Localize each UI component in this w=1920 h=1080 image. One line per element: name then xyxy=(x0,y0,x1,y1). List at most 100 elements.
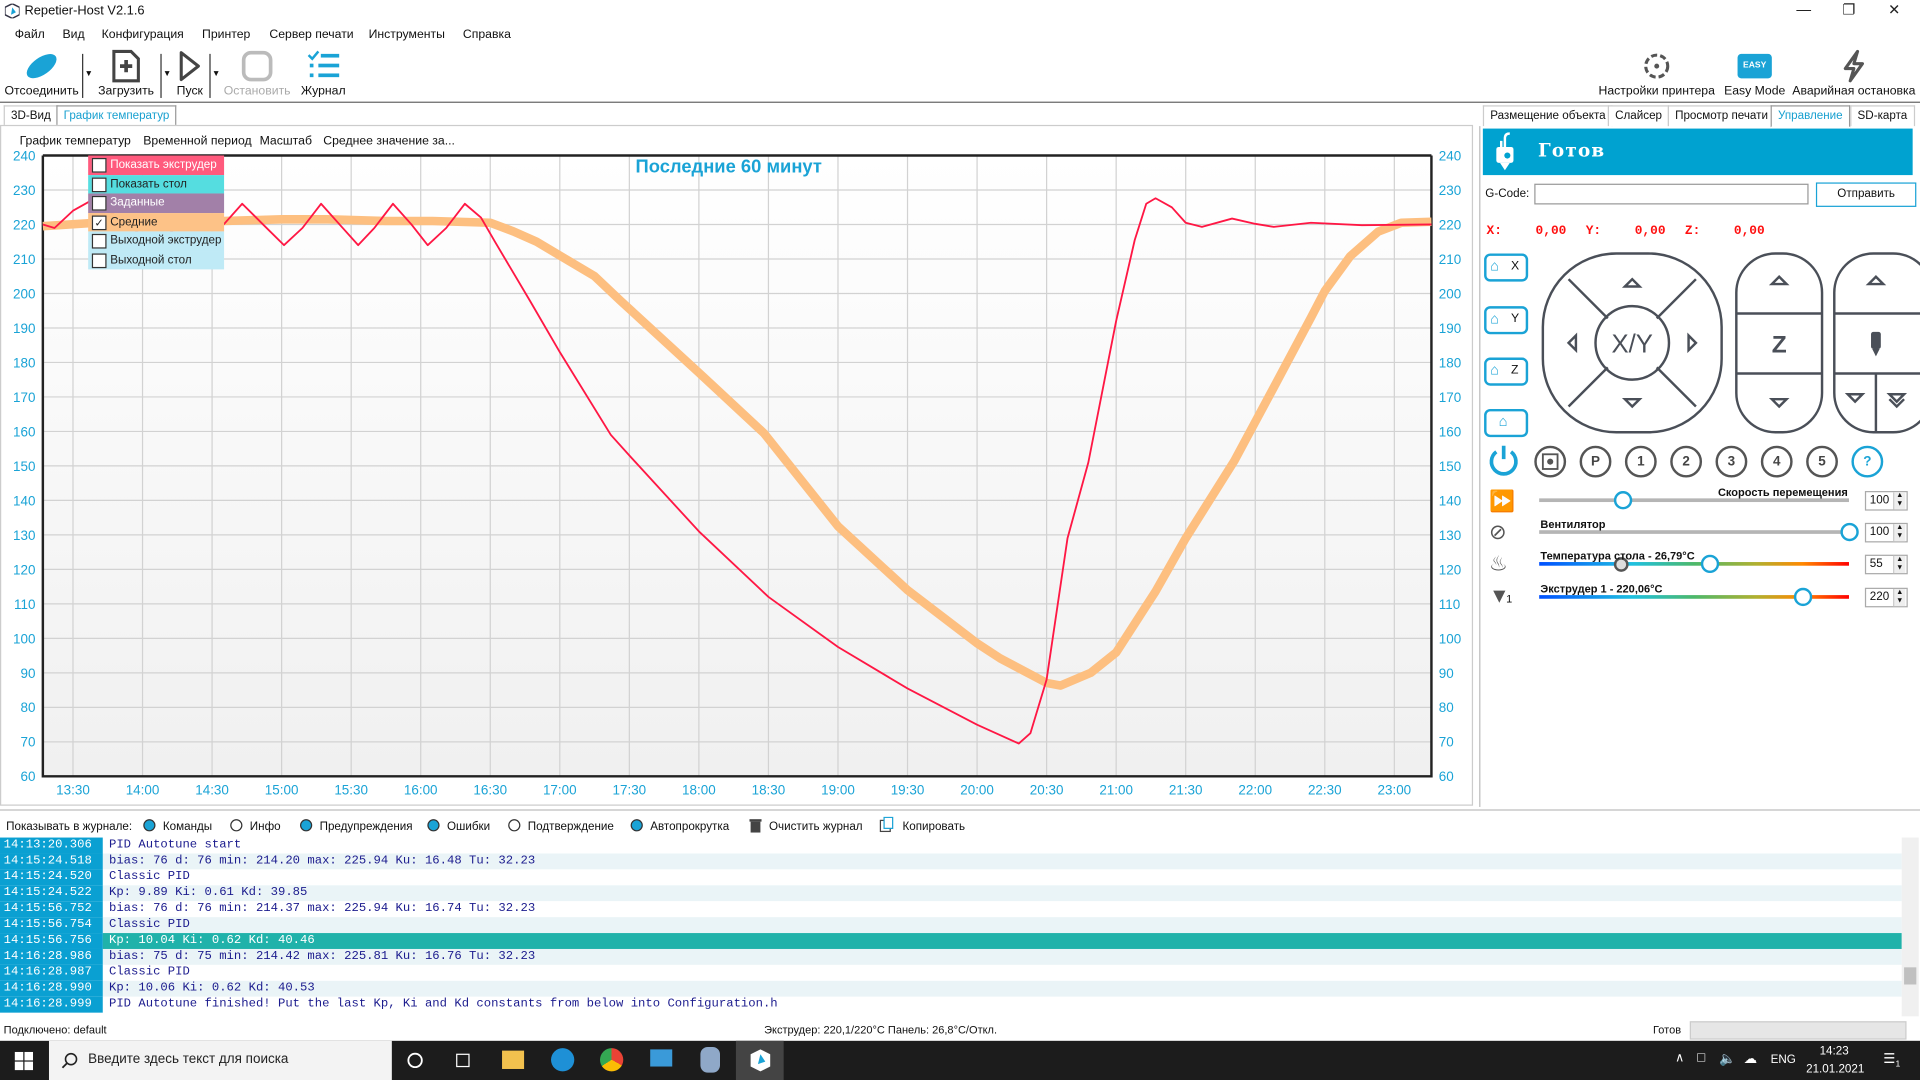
extruder-spinner[interactable]: 220 ▲ ▼ xyxy=(1864,587,1908,608)
home-all-button[interactable]: ⌂ xyxy=(1484,408,1529,438)
volume-icon[interactable]: 🔈 xyxy=(1719,1051,1736,1067)
edge-icon[interactable] xyxy=(551,1048,575,1072)
log-filter-label[interactable]: Инфо xyxy=(250,820,281,833)
menu-config[interactable]: Конфигурация xyxy=(102,28,184,41)
stop-button[interactable]: Остановить xyxy=(223,47,292,101)
log-button[interactable]: Журнал xyxy=(296,47,350,101)
legend-item[interactable]: ✓ Средние xyxy=(88,212,225,232)
checkbox[interactable] xyxy=(91,195,107,211)
legend-item[interactable]: Выходной экструдер xyxy=(88,231,225,251)
file-explorer-icon[interactable] xyxy=(502,1050,525,1069)
log-filter-toggle[interactable] xyxy=(143,819,156,832)
restore-button[interactable]: ❐ xyxy=(1831,1,1868,21)
minimize-button[interactable]: — xyxy=(1785,1,1822,21)
copy-log-button[interactable]: Копировать xyxy=(902,820,965,833)
disconnect-button[interactable]: Отсоединить xyxy=(2,47,80,101)
spinner-arrows-icon[interactable]: ▲ ▼ xyxy=(1893,524,1906,542)
disconnect-dropdown-icon[interactable]: ▼ xyxy=(84,70,92,79)
scrollbar-thumb[interactable] xyxy=(1904,967,1917,985)
log-row[interactable]: 14:16:28.990 Kp: 10.06 Ki: 0.62 Kd: 40.53 xyxy=(0,980,1902,997)
extruder-slider-thumb[interactable] xyxy=(1793,587,1813,607)
legend-item[interactable]: ✓ Показать экструдер xyxy=(88,155,225,175)
quick-button-P[interactable]: P xyxy=(1579,445,1612,478)
clock-date[interactable]: 21.01.2021 xyxy=(1806,1063,1864,1076)
tab-right-2[interactable]: Просмотр печати xyxy=(1667,105,1776,127)
log-row[interactable]: 14:16:28.999 PID Autotune finished! Put t… xyxy=(0,996,1902,1013)
checkbox[interactable] xyxy=(91,252,107,268)
menu-view[interactable]: Вид xyxy=(62,28,84,41)
run-button[interactable]: Пуск xyxy=(171,47,208,101)
speed-spinner[interactable]: 100 ▲ ▼ xyxy=(1864,491,1908,511)
home-X-button[interactable]: ⌂ X xyxy=(1484,253,1529,282)
spinner-arrows-icon[interactable]: ▲ ▼ xyxy=(1893,555,1906,574)
tab-right-0[interactable]: Размещение объекта xyxy=(1482,105,1613,127)
notification-icon[interactable]: ☰ xyxy=(1883,1051,1895,1067)
log-row[interactable]: 14:15:56.752 bias: 76 d: 76 min: 214.37 m… xyxy=(0,901,1902,918)
spinner-arrows-icon[interactable]: ▲ ▼ xyxy=(1893,492,1906,510)
log-row[interactable]: 14:15:24.518 bias: 76 d: 76 min: 214.20 m… xyxy=(0,853,1902,870)
fan-slider-track[interactable] xyxy=(1539,530,1849,534)
clear-log-button[interactable]: Очистить журнал xyxy=(769,820,863,833)
motors-off-button[interactable] xyxy=(1534,445,1567,478)
log-filter-label[interactable]: Ошибки xyxy=(447,820,490,833)
log-filter-label[interactable]: Подтверждение xyxy=(528,820,614,833)
tab-right-4[interactable]: SD-карта xyxy=(1850,105,1915,127)
fan-off-icon[interactable]: ⊘ xyxy=(1489,520,1506,544)
bed-slider-track[interactable] xyxy=(1539,562,1849,566)
menu-printer[interactable]: Принтер xyxy=(202,28,250,41)
chrome-icon[interactable] xyxy=(600,1048,624,1072)
power-button[interactable] xyxy=(1487,443,1521,477)
legend-item[interactable]: Выходной стол xyxy=(88,250,225,270)
log-filter-toggle[interactable] xyxy=(230,819,243,832)
repetier-taskbar-button[interactable] xyxy=(735,1040,784,1080)
fan-spinner[interactable]: 100 ▲ ▼ xyxy=(1864,522,1908,543)
bed-spinner[interactable]: 55 ▲ ▼ xyxy=(1864,554,1908,575)
cortana-icon[interactable] xyxy=(407,1052,424,1069)
fan-slider-thumb[interactable] xyxy=(1840,522,1859,542)
windows-start-icon[interactable] xyxy=(14,1051,34,1071)
log-row[interactable]: 14:15:56.756 Kp: 10.04 Ki: 0.62 Kd: 40.46 xyxy=(0,933,1902,949)
log-row[interactable]: 14:15:56.754 Classic PID xyxy=(0,917,1902,934)
tab-right-3[interactable]: Управление xyxy=(1770,105,1850,128)
spinner-arrows-icon[interactable]: ▲ ▼ xyxy=(1893,588,1906,607)
log-filter-label[interactable]: Автопрокрутка xyxy=(650,820,729,833)
tray-chevron-icon[interactable]: ∧ xyxy=(1675,1052,1684,1065)
checkbox[interactable] xyxy=(91,176,107,192)
tab-3d-view[interactable]: 3D-Вид xyxy=(3,105,59,127)
menu-print-server[interactable]: Сервер печати xyxy=(269,28,353,41)
clock-time[interactable]: 14:23 xyxy=(1820,1044,1849,1057)
log-row[interactable]: 14:16:28.986 bias: 75 d: 75 min: 214.42 m… xyxy=(0,948,1902,965)
menu-tools[interactable]: Инструменты xyxy=(369,28,445,41)
bed-heat-off-icon[interactable]: ♨ xyxy=(1489,552,1508,576)
log-row[interactable]: 14:15:24.522 Kp: 9.89 Ki: 0.61 Kd: 39.85 xyxy=(0,885,1902,902)
quick-button-2[interactable]: 2 xyxy=(1670,445,1703,478)
log-filter-toggle[interactable] xyxy=(427,819,440,832)
log-filter-label[interactable]: Предупреждения xyxy=(320,820,413,833)
close-button[interactable]: ✕ xyxy=(1876,1,1913,21)
speed-slider-track[interactable] xyxy=(1539,498,1849,503)
fast-forward-icon[interactable]: ⏩ xyxy=(1489,490,1515,514)
log-row[interactable]: 14:16:28.987 Classic PID xyxy=(0,964,1902,981)
quick-button-5[interactable]: 5 xyxy=(1806,445,1838,478)
home-Z-button[interactable]: ⌂ Z xyxy=(1484,357,1529,386)
send-button[interactable]: Отправить xyxy=(1815,182,1917,207)
gcode-input[interactable] xyxy=(1534,183,1809,205)
checkbox[interactable]: ✓ xyxy=(91,214,107,230)
log-filter-label[interactable]: Команды xyxy=(163,820,212,833)
home-Y-button[interactable]: ⌂ Y xyxy=(1484,306,1529,335)
log-filter-toggle[interactable] xyxy=(630,819,643,832)
quick-button-4[interactable]: 4 xyxy=(1760,445,1793,478)
log-filter-toggle[interactable] xyxy=(508,819,521,832)
load-dropdown-icon[interactable]: ▼ xyxy=(163,70,171,79)
quick-button-help[interactable]: ? xyxy=(1851,445,1884,478)
log-filter-toggle[interactable] xyxy=(300,819,313,832)
checkbox[interactable]: ✓ xyxy=(91,157,107,173)
legend-item[interactable]: Заданные xyxy=(88,193,225,213)
legend-item[interactable]: Показать стол xyxy=(88,174,225,194)
checkbox[interactable] xyxy=(91,233,107,249)
task-view-icon[interactable] xyxy=(454,1052,471,1069)
easy-mode-button[interactable]: EASY Easy Mode xyxy=(1720,47,1789,101)
menu-help[interactable]: Справка xyxy=(463,28,511,41)
app-window-icon[interactable] xyxy=(650,1049,673,1067)
quick-button-3[interactable]: 3 xyxy=(1715,445,1748,478)
